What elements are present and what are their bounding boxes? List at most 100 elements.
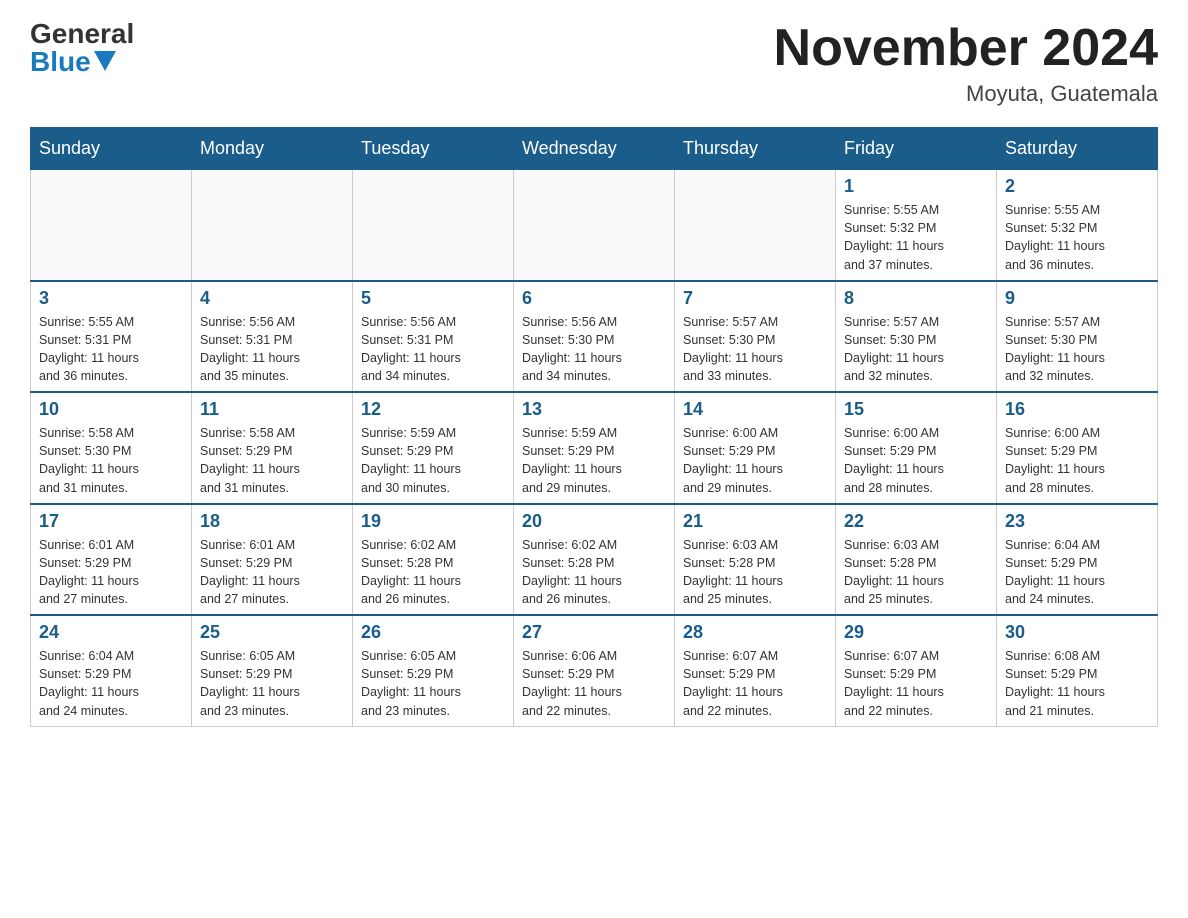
day-number: 12 xyxy=(361,399,505,420)
calendar-cell: 8Sunrise: 5:57 AMSunset: 5:30 PMDaylight… xyxy=(836,281,997,393)
calendar-cell: 24 Sunrise: 6:04 AMSunset: 5:29 PMDayligh… xyxy=(31,615,192,726)
calendar-cell xyxy=(192,170,353,281)
calendar-cell: 7 Sunrise: 5:57 AMSunset: 5:30 PMDaylight… xyxy=(675,281,836,393)
calendar-cell: 1 Sunrise: 5:55 AMSunset: 5:32 PMDaylight… xyxy=(836,170,997,281)
day-number: 9 xyxy=(1005,288,1149,309)
calendar-cell: 17 Sunrise: 6:01 AMSunset: 5:29 PMDayligh… xyxy=(31,504,192,616)
day-number: 1 xyxy=(844,176,988,197)
day-info: Sunrise: 6:00 AMSunset: 5:29 PMDaylight:… xyxy=(683,424,827,497)
day-number: 4 xyxy=(200,288,344,309)
day-number: 6 xyxy=(522,288,666,309)
day-info: Sunrise: 6:00 AMSunset: 5:29 PMDaylight:… xyxy=(844,424,988,497)
calendar-week-row: 1 Sunrise: 5:55 AMSunset: 5:32 PMDaylight… xyxy=(31,170,1158,281)
day-info: Sunrise: 6:04 AMSunset: 5:29 PMDaylight:… xyxy=(39,647,183,720)
day-of-week-header: Tuesday xyxy=(353,128,514,170)
calendar-cell: 21 Sunrise: 6:03 AMSunset: 5:28 PMDayligh… xyxy=(675,504,836,616)
day-info: Sunrise: 6:07 AMSunset: 5:29 PMDaylight:… xyxy=(844,647,988,720)
day-number: 5 xyxy=(361,288,505,309)
calendar-cell: 23 Sunrise: 6:04 AMSunset: 5:29 PMDayligh… xyxy=(997,504,1158,616)
logo-blue-text: Blue xyxy=(30,48,116,76)
day-info: Sunrise: 5:58 AMSunset: 5:29 PMDaylight:… xyxy=(200,424,344,497)
calendar-cell: 18 Sunrise: 6:01 AMSunset: 5:29 PMDayligh… xyxy=(192,504,353,616)
day-number: 17 xyxy=(39,511,183,532)
day-info: Sunrise: 6:03 AMSunset: 5:28 PMDaylight:… xyxy=(844,536,988,609)
day-number: 25 xyxy=(200,622,344,643)
day-number: 27 xyxy=(522,622,666,643)
day-info: Sunrise: 5:57 AMSunset: 5:30 PMDaylight:… xyxy=(683,313,827,386)
calendar-cell: 20 Sunrise: 6:02 AMSunset: 5:28 PMDayligh… xyxy=(514,504,675,616)
calendar-header-row: SundayMondayTuesdayWednesdayThursdayFrid… xyxy=(31,128,1158,170)
calendar-cell: 11 Sunrise: 5:58 AMSunset: 5:29 PMDayligh… xyxy=(192,392,353,504)
day-number: 16 xyxy=(1005,399,1149,420)
day-number: 26 xyxy=(361,622,505,643)
calendar-week-row: 3Sunrise: 5:55 AMSunset: 5:31 PMDaylight… xyxy=(31,281,1158,393)
day-info: Sunrise: 5:59 AMSunset: 5:29 PMDaylight:… xyxy=(522,424,666,497)
day-of-week-header: Thursday xyxy=(675,128,836,170)
logo: General Blue xyxy=(30,20,134,76)
day-info: Sunrise: 6:02 AMSunset: 5:28 PMDaylight:… xyxy=(361,536,505,609)
month-title: November 2024 xyxy=(774,20,1158,77)
day-info: Sunrise: 6:02 AMSunset: 5:28 PMDaylight:… xyxy=(522,536,666,609)
day-info: Sunrise: 5:56 AMSunset: 5:31 PMDaylight:… xyxy=(200,313,344,386)
calendar-cell: 10 Sunrise: 5:58 AMSunset: 5:30 PMDayligh… xyxy=(31,392,192,504)
day-number: 29 xyxy=(844,622,988,643)
day-number: 19 xyxy=(361,511,505,532)
day-of-week-header: Wednesday xyxy=(514,128,675,170)
calendar-cell xyxy=(514,170,675,281)
day-info: Sunrise: 5:55 AMSunset: 5:32 PMDaylight:… xyxy=(1005,201,1149,274)
day-number: 14 xyxy=(683,399,827,420)
calendar-cell: 29 Sunrise: 6:07 AMSunset: 5:29 PMDayligh… xyxy=(836,615,997,726)
calendar-cell: 4 Sunrise: 5:56 AMSunset: 5:31 PMDaylight… xyxy=(192,281,353,393)
day-number: 23 xyxy=(1005,511,1149,532)
day-info: Sunrise: 6:06 AMSunset: 5:29 PMDaylight:… xyxy=(522,647,666,720)
calendar-cell: 30Sunrise: 6:08 AMSunset: 5:29 PMDayligh… xyxy=(997,615,1158,726)
day-info: Sunrise: 6:04 AMSunset: 5:29 PMDaylight:… xyxy=(1005,536,1149,609)
day-number: 3 xyxy=(39,288,183,309)
day-number: 15 xyxy=(844,399,988,420)
day-of-week-header: Sunday xyxy=(31,128,192,170)
day-info: Sunrise: 6:07 AMSunset: 5:29 PMDaylight:… xyxy=(683,647,827,720)
calendar-cell: 28 Sunrise: 6:07 AMSunset: 5:29 PMDayligh… xyxy=(675,615,836,726)
location-text: Moyuta, Guatemala xyxy=(774,81,1158,107)
day-info: Sunrise: 6:00 AMSunset: 5:29 PMDaylight:… xyxy=(1005,424,1149,497)
calendar-cell: 13 Sunrise: 5:59 AMSunset: 5:29 PMDayligh… xyxy=(514,392,675,504)
logo-general-text: General xyxy=(30,20,134,48)
day-number: 11 xyxy=(200,399,344,420)
day-number: 2 xyxy=(1005,176,1149,197)
calendar-cell xyxy=(353,170,514,281)
day-of-week-header: Saturday xyxy=(997,128,1158,170)
day-info: Sunrise: 6:03 AMSunset: 5:28 PMDaylight:… xyxy=(683,536,827,609)
day-number: 13 xyxy=(522,399,666,420)
day-number: 7 xyxy=(683,288,827,309)
day-info: Sunrise: 6:01 AMSunset: 5:29 PMDaylight:… xyxy=(200,536,344,609)
day-info: Sunrise: 5:58 AMSunset: 5:30 PMDaylight:… xyxy=(39,424,183,497)
calendar-cell xyxy=(675,170,836,281)
day-of-week-header: Friday xyxy=(836,128,997,170)
day-info: Sunrise: 5:59 AMSunset: 5:29 PMDaylight:… xyxy=(361,424,505,497)
day-number: 24 xyxy=(39,622,183,643)
logo-triangle-icon xyxy=(94,51,116,71)
calendar-cell: 14 Sunrise: 6:00 AMSunset: 5:29 PMDayligh… xyxy=(675,392,836,504)
day-info: Sunrise: 5:55 AMSunset: 5:32 PMDaylight:… xyxy=(844,201,988,274)
day-info: Sunrise: 5:57 AMSunset: 5:30 PMDaylight:… xyxy=(1005,313,1149,386)
day-number: 20 xyxy=(522,511,666,532)
calendar-cell: 2 Sunrise: 5:55 AMSunset: 5:32 PMDaylight… xyxy=(997,170,1158,281)
calendar-table: SundayMondayTuesdayWednesdayThursdayFrid… xyxy=(30,127,1158,727)
day-info: Sunrise: 6:05 AMSunset: 5:29 PMDaylight:… xyxy=(361,647,505,720)
day-of-week-header: Monday xyxy=(192,128,353,170)
calendar-cell: 5 Sunrise: 5:56 AMSunset: 5:31 PMDaylight… xyxy=(353,281,514,393)
calendar-cell: 15 Sunrise: 6:00 AMSunset: 5:29 PMDayligh… xyxy=(836,392,997,504)
day-number: 28 xyxy=(683,622,827,643)
day-info: Sunrise: 5:56 AMSunset: 5:31 PMDaylight:… xyxy=(361,313,505,386)
day-info: Sunrise: 5:57 AMSunset: 5:30 PMDaylight:… xyxy=(844,313,988,386)
day-number: 10 xyxy=(39,399,183,420)
day-number: 18 xyxy=(200,511,344,532)
day-info: Sunrise: 5:56 AMSunset: 5:30 PMDaylight:… xyxy=(522,313,666,386)
calendar-cell: 26 Sunrise: 6:05 AMSunset: 5:29 PMDayligh… xyxy=(353,615,514,726)
day-info: Sunrise: 6:01 AMSunset: 5:29 PMDaylight:… xyxy=(39,536,183,609)
calendar-week-row: 10 Sunrise: 5:58 AMSunset: 5:30 PMDayligh… xyxy=(31,392,1158,504)
day-number: 21 xyxy=(683,511,827,532)
calendar-cell: 27 Sunrise: 6:06 AMSunset: 5:29 PMDayligh… xyxy=(514,615,675,726)
page-header: General Blue November 2024 Moyuta, Guate… xyxy=(30,20,1158,107)
calendar-week-row: 17 Sunrise: 6:01 AMSunset: 5:29 PMDayligh… xyxy=(31,504,1158,616)
